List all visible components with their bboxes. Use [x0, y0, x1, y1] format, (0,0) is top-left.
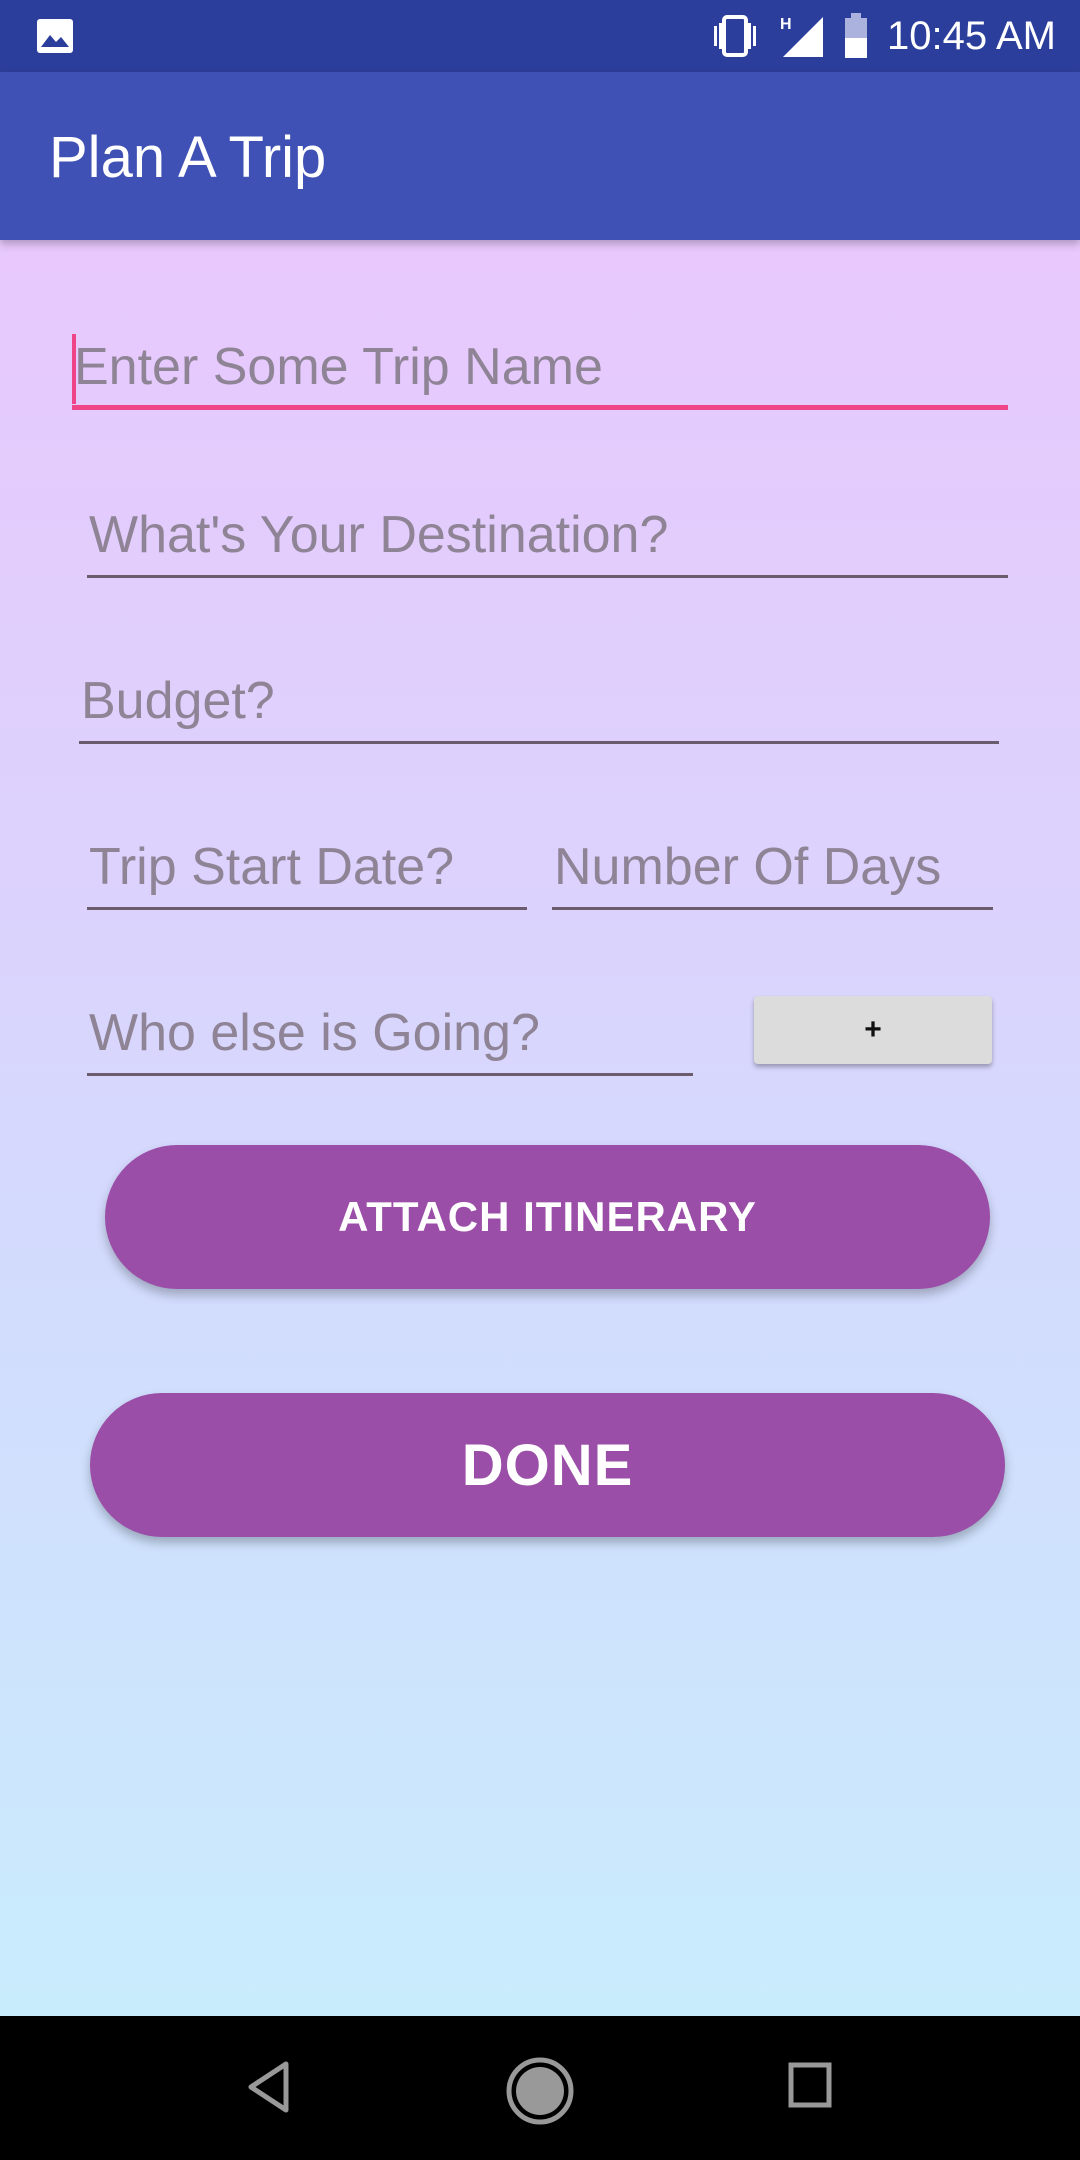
trip-name-field[interactable] — [72, 330, 1008, 410]
num-days-field[interactable] — [552, 830, 993, 910]
form-content: + ATTACH ITINERARY DONE — [0, 240, 1080, 2016]
attach-itinerary-button[interactable]: ATTACH ITINERARY — [105, 1145, 990, 1289]
start-date-field[interactable] — [87, 830, 527, 910]
add-companion-button[interactable]: + — [754, 996, 992, 1064]
app-bar: Plan A Trip — [0, 72, 1080, 240]
done-button[interactable]: DONE — [90, 1393, 1005, 1537]
start-date-underline — [87, 907, 527, 910]
navigation-bar — [0, 2016, 1080, 2160]
status-bar: H 10:45 AM — [0, 0, 1080, 72]
back-icon[interactable] — [246, 2060, 290, 2114]
image-notification-icon — [37, 19, 73, 53]
trip-name-underline — [72, 405, 1008, 410]
text-cursor — [72, 334, 76, 404]
companions-field[interactable] — [87, 996, 693, 1076]
budget-field[interactable] — [79, 664, 999, 744]
budget-input[interactable] — [79, 664, 999, 738]
vibrate-icon — [713, 15, 756, 57]
companions-underline — [87, 1073, 693, 1076]
budget-underline — [79, 741, 999, 744]
signal-icon: H — [780, 16, 823, 57]
destination-underline — [87, 575, 1008, 578]
battery-icon — [844, 13, 867, 58]
status-time: 10:45 AM — [886, 13, 1056, 58]
recents-icon[interactable] — [788, 2062, 832, 2108]
page-title: Plan A Trip — [49, 125, 327, 190]
num-days-underline — [552, 907, 993, 910]
destination-field[interactable] — [87, 498, 1008, 578]
home-icon[interactable] — [505, 2056, 575, 2126]
trip-name-input[interactable] — [72, 330, 1008, 404]
companions-input[interactable] — [87, 996, 693, 1070]
start-date-input[interactable] — [87, 830, 527, 904]
destination-input[interactable] — [87, 498, 1008, 572]
network-type-label: H — [780, 16, 792, 33]
num-days-input[interactable] — [552, 830, 993, 904]
